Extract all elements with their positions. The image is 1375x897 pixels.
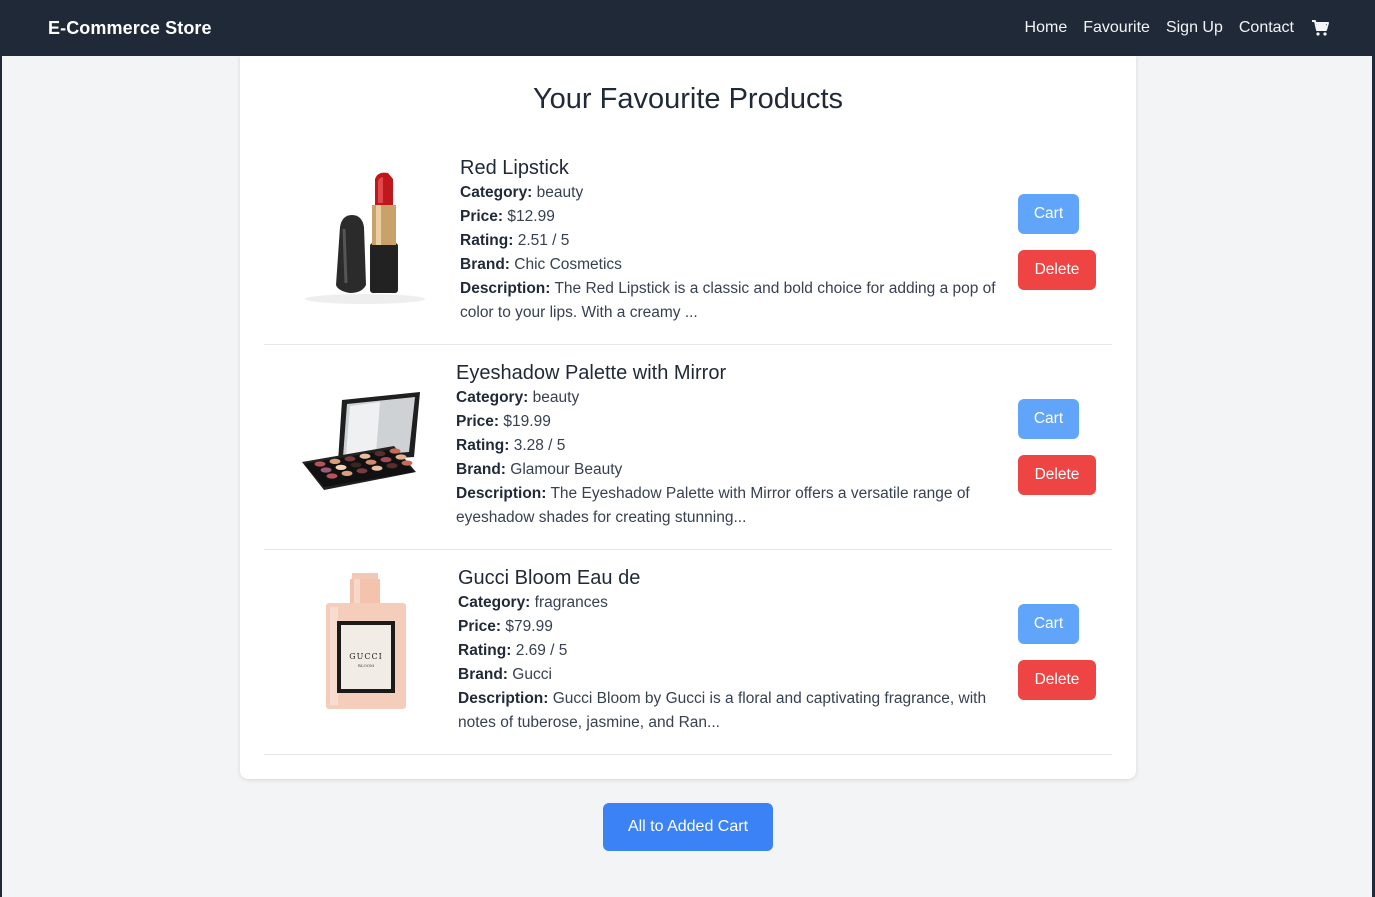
product-item: GUCCI BLOOM Gucci Bloom Eau de Category:… xyxy=(264,550,1112,755)
brand-value: Glamour Beauty xyxy=(510,461,623,478)
brand-label: Brand: xyxy=(458,666,508,683)
eyeshadow-pan xyxy=(359,453,371,459)
rating-value: 3.28 / 5 xyxy=(513,437,566,454)
eyeshadow-pan xyxy=(344,456,356,462)
price-label: Price: xyxy=(456,413,500,430)
eyeshadow-pan xyxy=(395,454,407,460)
cart-button[interactable]: Cart xyxy=(1018,399,1079,439)
product-info: Eyeshadow Palette with Mirror Category: … xyxy=(456,360,1001,530)
eyeshadow-pan xyxy=(320,467,332,473)
brand-label: Brand: xyxy=(456,461,506,478)
price-value: $19.99 xyxy=(503,413,551,430)
description-label: Description: xyxy=(460,280,551,297)
price-value: $79.99 xyxy=(505,618,553,635)
eyeshadow-pan xyxy=(365,459,377,465)
category-label: Category: xyxy=(458,594,531,611)
brand-label: Brand: xyxy=(460,256,510,273)
price-label: Price: xyxy=(460,208,504,225)
window-border-left xyxy=(0,0,2,897)
nav-contact[interactable]: Contact xyxy=(1239,19,1294,37)
category-value: beauty xyxy=(536,184,584,201)
eyeshadow-pan xyxy=(380,457,392,463)
category-value: fragrances xyxy=(534,594,608,611)
eyeshadow-pan xyxy=(329,458,341,464)
bloom-image-text: BLOOM xyxy=(358,663,374,668)
rating-label: Rating: xyxy=(458,642,512,659)
category-value: beauty xyxy=(532,389,580,406)
eyeshadow-pan xyxy=(335,464,347,470)
delete-button[interactable]: Delete xyxy=(1018,250,1096,290)
nav-sign-up[interactable]: Sign Up xyxy=(1166,19,1223,37)
product-info: Red Lipstick Category: beauty Price: $12… xyxy=(460,155,1005,325)
cart-button[interactable]: Cart xyxy=(1018,194,1079,234)
delete-button[interactable]: Delete xyxy=(1018,455,1096,495)
eyeshadow-pan xyxy=(314,461,326,467)
brand-value: Chic Cosmetics xyxy=(514,256,622,273)
eyeshadow-pan xyxy=(341,470,353,476)
product-info: Gucci Bloom Eau de Category: fragrances … xyxy=(458,565,1003,735)
product-item: Eyeshadow Palette with Mirror Category: … xyxy=(264,345,1112,550)
nav-favourite[interactable]: Favourite xyxy=(1083,19,1150,37)
navbar: E-Commerce Store Home Favourite Sign Up … xyxy=(0,0,1375,56)
price-label: Price: xyxy=(458,618,502,635)
product-item: Red Lipstick Category: beauty Price: $12… xyxy=(264,140,1112,345)
cart-icon[interactable] xyxy=(1311,19,1329,37)
eyeshadow-pan xyxy=(374,451,386,457)
add-all-to-cart-button[interactable]: All to Added Cart xyxy=(603,803,773,851)
category-label: Category: xyxy=(456,389,529,406)
rating-value: 2.69 / 5 xyxy=(515,642,568,659)
description-label: Description: xyxy=(456,485,547,502)
cart-button[interactable]: Cart xyxy=(1018,604,1079,644)
eyeshadow-pan xyxy=(326,473,338,479)
rating-label: Rating: xyxy=(460,232,514,249)
nav-home[interactable]: Home xyxy=(1025,19,1068,37)
brand-logo[interactable]: E-Commerce Store xyxy=(48,18,212,39)
eyeshadow-pan xyxy=(350,462,362,468)
rating-label: Rating: xyxy=(456,437,510,454)
eyeshadow-pan xyxy=(401,460,413,466)
eyeshadow-pan xyxy=(356,468,368,474)
eyeshadow-pan xyxy=(389,448,401,454)
product-name[interactable]: Eyeshadow Palette with Mirror xyxy=(456,360,1001,386)
product-image-lipstick xyxy=(290,157,440,307)
nav-links: Home Favourite Sign Up Contact xyxy=(1025,19,1329,37)
category-label: Category: xyxy=(460,184,533,201)
brand-value: Gucci xyxy=(512,666,552,683)
product-image-eyeshadow-palette xyxy=(290,362,440,512)
product-name[interactable]: Gucci Bloom Eau de xyxy=(458,565,1003,591)
description-label: Description: xyxy=(458,690,549,707)
product-image-perfume-bottle: GUCCI BLOOM xyxy=(290,567,440,717)
eyeshadow-pan xyxy=(386,463,398,469)
product-name[interactable]: Red Lipstick xyxy=(460,155,1005,181)
page-title: Your Favourite Products xyxy=(532,83,844,115)
eyeshadow-pan xyxy=(371,465,383,471)
gucci-image-text: GUCCI xyxy=(349,652,383,661)
price-value: $12.99 xyxy=(507,208,555,225)
rating-value: 2.51 / 5 xyxy=(517,232,570,249)
favourites-card: Your Favourite Products Red Lipstick Cat… xyxy=(240,56,1136,779)
delete-button[interactable]: Delete xyxy=(1018,660,1096,700)
